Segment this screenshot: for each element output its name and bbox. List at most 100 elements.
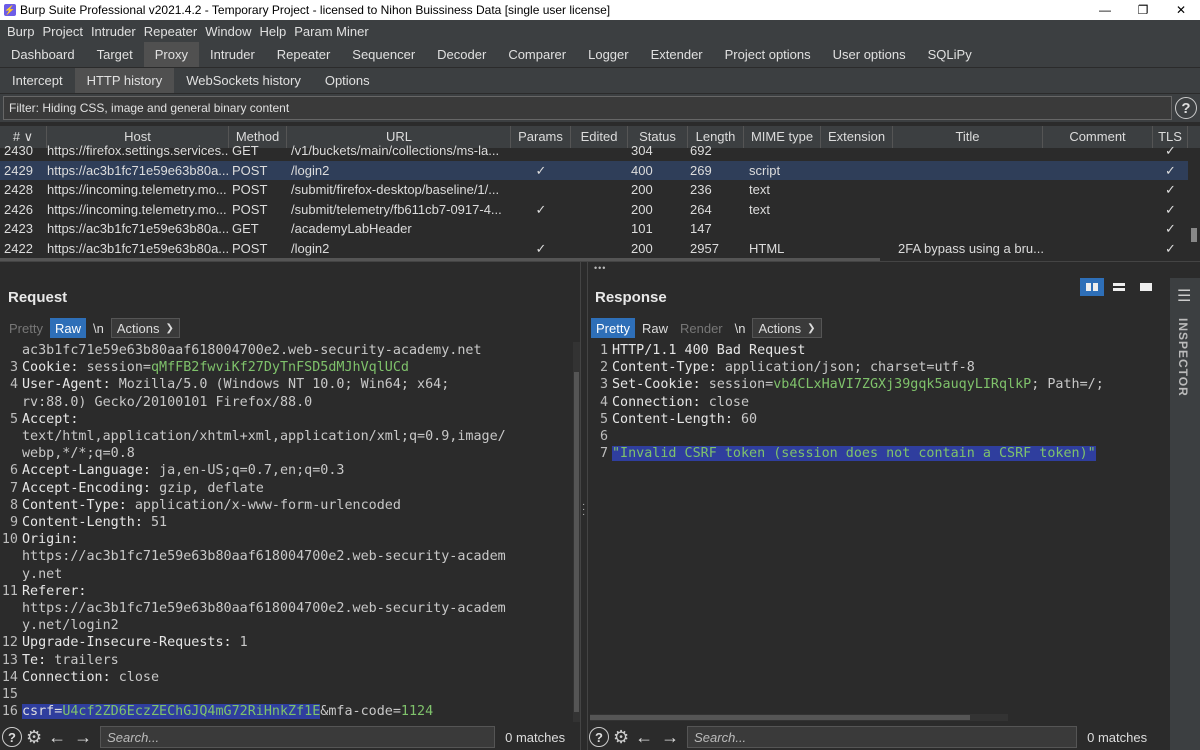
- code-token: 1124: [400, 704, 434, 720]
- table-scrollbar[interactable]: [1188, 148, 1200, 262]
- arrow-right-icon[interactable]: →: [74, 727, 92, 748]
- chevron-down-icon: ❯: [165, 322, 174, 334]
- response-raw-tab[interactable]: Raw: [637, 318, 673, 338]
- code-token: Connection:: [22, 669, 119, 685]
- arrow-right-icon[interactable]: →: [661, 727, 679, 748]
- code-token: trailers: [54, 652, 119, 668]
- tab-repeater[interactable]: Repeater: [266, 42, 341, 67]
- table-row[interactable]: 2426 https://incoming.telemetry.mo... POST…: [0, 200, 1188, 220]
- scrollbar-thumb[interactable]: [1191, 228, 1197, 242]
- filter-bar[interactable]: Filter: Hiding CSS, image and general bi…: [3, 96, 1172, 120]
- grip-icon: •••: [594, 263, 607, 273]
- menu-param-miner[interactable]: Param Miner: [290, 24, 372, 39]
- code-token: "Invalid CSRF token (session does not co…: [612, 446, 1096, 462]
- menu-bar: Burp Project Intruder Repeater Window He…: [0, 20, 1200, 42]
- menu-project[interactable]: Project: [38, 24, 86, 39]
- help-icon[interactable]: ?: [1175, 97, 1197, 119]
- tab-comparer[interactable]: Comparer: [497, 42, 577, 67]
- panel-divider[interactable]: · · ·: [580, 262, 588, 750]
- subtab-websockets-history[interactable]: WebSockets history: [174, 68, 313, 93]
- tab-logger[interactable]: Logger: [577, 42, 639, 67]
- menu-repeater[interactable]: Repeater: [140, 24, 201, 39]
- table-row[interactable]: 2430 https://firefox.settings.services...…: [0, 141, 1188, 161]
- help-icon[interactable]: ?: [589, 727, 609, 747]
- inspector-panel[interactable]: ☰ INSPECTOR: [1170, 278, 1200, 750]
- tab-project-options[interactable]: Project options: [714, 42, 822, 67]
- cell-comment: [1048, 200, 1153, 219]
- menu-help[interactable]: Help: [255, 24, 290, 39]
- close-button[interactable]: ✕: [1162, 3, 1200, 17]
- tab-proxy[interactable]: Proxy: [143, 42, 199, 67]
- gear-icon[interactable]: ⚙: [26, 727, 42, 748]
- response-render-tab[interactable]: Render: [675, 318, 728, 338]
- code-line: https://ac3b1fc71e59e63b80aaf618004700e2…: [0, 600, 572, 617]
- tab-target[interactable]: Target: [86, 42, 144, 67]
- split-handle[interactable]: •••: [0, 261, 1200, 273]
- tab-user-options[interactable]: User options: [822, 42, 917, 67]
- tab-sqlipy[interactable]: SQLiPy: [917, 42, 983, 67]
- menu-intruder[interactable]: Intruder: [87, 24, 140, 39]
- subtab-http-history[interactable]: HTTP history: [74, 68, 175, 93]
- cell-ext: [826, 141, 893, 160]
- line-text: Origin:: [22, 531, 78, 548]
- cell-mime: HTML: [749, 240, 785, 256]
- response-newline-toggle[interactable]: \n: [730, 318, 751, 338]
- code-line: text/html,application/xhtml+xml,applicat…: [0, 428, 572, 445]
- stacked-layout-icon[interactable]: [1107, 278, 1131, 296]
- cell-edited: [571, 141, 628, 160]
- response-pretty-tab[interactable]: Pretty: [591, 318, 635, 338]
- scrollbar-thumb[interactable]: [590, 715, 970, 720]
- single-layout-icon[interactable]: [1134, 278, 1158, 296]
- table-row[interactable]: 2429 https://ac3b1fc71e59e63b80a... POST/l…: [0, 160, 1188, 181]
- request-editor[interactable]: ac3b1fc71e59e63b80aaf618004700e2.web-sec…: [0, 342, 572, 722]
- maximize-button[interactable]: ❐: [1124, 3, 1162, 17]
- menu-window[interactable]: Window: [201, 24, 255, 39]
- scrollbar-thumb[interactable]: [574, 372, 579, 712]
- cell-url: /submit/telemetry/fb611cb7-0917-4...: [291, 201, 502, 217]
- line-text: csrf=U4cf2ZD6EczZEChGJQ4mG72RiHnkZf1E&mf…: [22, 703, 433, 720]
- menu-burp[interactable]: Burp: [3, 24, 38, 39]
- table-row[interactable]: 2423 https://ac3b1fc71e59e63b80a... GET/ac…: [0, 219, 1188, 239]
- request-newline-toggle[interactable]: \n: [88, 318, 109, 338]
- arrow-left-icon[interactable]: ←: [635, 727, 653, 748]
- hamburger-menu-icon[interactable]: ☰: [1177, 286, 1191, 306]
- request-scrollbar[interactable]: [573, 342, 580, 722]
- line-number: 7: [9, 480, 18, 496]
- request-actions-menu[interactable]: Actions ❯: [110, 318, 180, 338]
- response-actions-menu[interactable]: Actions ❯: [752, 318, 822, 338]
- tab-dashboard[interactable]: Dashboard: [0, 42, 86, 67]
- tab-decoder[interactable]: Decoder: [426, 42, 497, 67]
- cell-status: 200: [631, 240, 653, 256]
- side-by-side-layout-icon[interactable]: [1080, 278, 1104, 296]
- table-row[interactable]: 2428 https://incoming.telemetry.mo... POST…: [0, 180, 1188, 200]
- help-icon[interactable]: ?: [2, 727, 22, 747]
- gear-icon[interactable]: ⚙: [613, 727, 629, 748]
- minimize-button[interactable]: —: [1086, 3, 1124, 17]
- cell-title: [898, 200, 1043, 219]
- line-text: Content-Length: 60: [612, 411, 757, 428]
- tab-intruder[interactable]: Intruder: [199, 42, 266, 67]
- request-search-input[interactable]: Search...: [100, 726, 496, 748]
- request-pretty-tab[interactable]: Pretty: [4, 318, 48, 338]
- response-horizontal-scrollbar[interactable]: [590, 714, 1008, 721]
- subtab-intercept[interactable]: Intercept: [0, 68, 75, 93]
- subtab-options[interactable]: Options: [313, 68, 382, 93]
- inspector-label[interactable]: INSPECTOR: [1176, 318, 1190, 397]
- response-search-input[interactable]: Search...: [687, 726, 1078, 748]
- line-text: ac3b1fc71e59e63b80aaf618004700e2.web-sec…: [22, 342, 482, 359]
- line-text: rv:88.0) Gecko/20100101 Firefox/88.0: [22, 394, 312, 411]
- cell-length: 264: [690, 201, 712, 217]
- response-match-count: 0 matches: [1087, 729, 1148, 745]
- request-raw-tab[interactable]: Raw: [49, 318, 86, 338]
- tab-sequencer[interactable]: Sequencer: [341, 42, 426, 67]
- cell-ext: [826, 239, 893, 258]
- cell-edited: [571, 219, 628, 238]
- arrow-left-icon[interactable]: ←: [48, 727, 66, 748]
- tab-extender[interactable]: Extender: [640, 42, 714, 67]
- cell-status: 101: [631, 221, 653, 237]
- table-row[interactable]: 2422 https://ac3b1fc71e59e63b80a... POST/l…: [0, 239, 1188, 259]
- cell-url: /submit/firefox-desktop/baseline/1/...: [291, 182, 500, 198]
- cell-tls: ✓: [1165, 182, 1176, 198]
- code-line: 8 Content-Type: application/x-www-form-ur…: [0, 497, 572, 514]
- response-editor[interactable]: 1 HTTP/1.1 400 Bad Request 2 Content-Type: …: [590, 342, 1168, 714]
